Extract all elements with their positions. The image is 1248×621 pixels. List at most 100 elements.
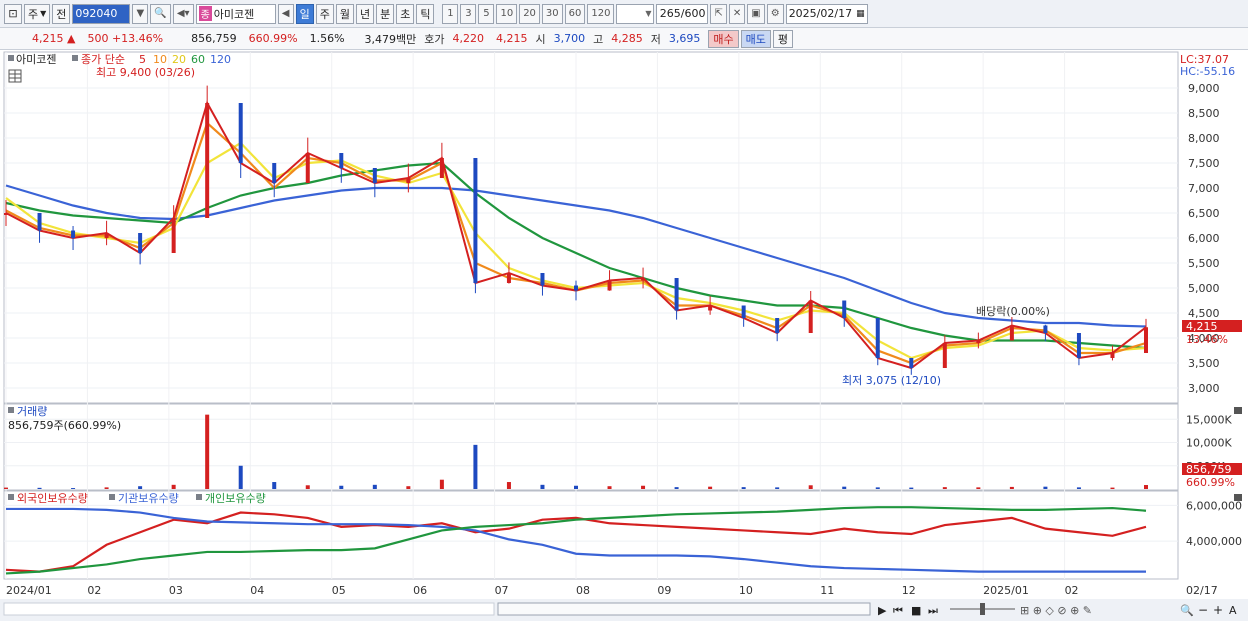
period-week[interactable]: 주	[315, 3, 334, 24]
volume-bar	[272, 482, 277, 489]
interval-1[interactable]: 1	[442, 3, 459, 24]
stock-name-field[interactable]: 종 아미코젠	[195, 3, 276, 24]
volume-bar	[1076, 487, 1081, 489]
auto-scale-icon[interactable]: A	[1229, 604, 1237, 617]
candle-body	[37, 213, 42, 231]
legend-handle-icon[interactable]	[72, 55, 78, 61]
interval-30[interactable]: 30	[541, 3, 563, 24]
holding-legend-institution: 기관보유수량	[118, 492, 179, 505]
code-dropdown-button[interactable]: ▼	[132, 3, 149, 24]
volume-bar	[909, 487, 914, 489]
interval-20[interactable]: 20	[519, 3, 540, 24]
ask-price: 4,220	[452, 32, 485, 45]
dividend-label: 배당락(0.00%)	[976, 305, 1050, 318]
volume-bar	[4, 487, 8, 489]
volume-bar	[607, 486, 612, 489]
buy-button[interactable]: 매수	[708, 29, 739, 48]
interval-5[interactable]: 5	[478, 3, 495, 24]
speaker-icon[interactable]: ◀▾	[172, 3, 194, 24]
hoga-label: 호가	[424, 32, 445, 46]
zoom-out-icon[interactable]: 🔍	[1180, 603, 1194, 617]
gear-icon[interactable]: ⚙	[766, 3, 784, 24]
type-select[interactable]: 주 ▼	[24, 3, 51, 24]
candle-body	[305, 153, 310, 183]
zoom-slider-handle[interactable]	[980, 603, 985, 615]
period-day[interactable]: 일	[295, 3, 314, 24]
price-tick-label: 8,000	[1188, 132, 1220, 145]
low-price: 3,695	[668, 32, 701, 45]
period-minute[interactable]: 분	[376, 3, 395, 24]
ma-legend-10: 10	[153, 53, 167, 66]
layout-icon[interactable]: ⊡	[4, 3, 22, 24]
month-tick-label: 04	[250, 584, 264, 597]
price-panel-frame	[3, 51, 1179, 404]
stock-chart[interactable]: 9,000 8,500 8,000 7,500 7,000 6,500 6,000 5,500…	[0, 50, 1248, 621]
minus-icon[interactable]: −	[1198, 603, 1208, 617]
stop-icon[interactable]: ■	[911, 604, 921, 617]
period-second[interactable]: 초	[396, 3, 415, 24]
last-pct-tag-text: 13.46%	[1186, 333, 1228, 346]
candle-body	[607, 280, 612, 291]
stock-code-input[interactable]: 092040	[72, 3, 131, 24]
holding-handle-icon[interactable]	[196, 494, 202, 500]
volume-close-icon[interactable]	[1234, 407, 1242, 414]
interval-custom-select[interactable]: ▼	[616, 3, 655, 24]
volume-bar	[741, 487, 746, 489]
low-label: 저	[650, 32, 661, 46]
price-tick-label: 5,000	[1188, 282, 1220, 295]
holding-handle-icon[interactable]	[8, 494, 14, 500]
interval-3[interactable]: 3	[460, 3, 477, 24]
count-input[interactable]: 265/600	[656, 3, 709, 24]
name-scroll-button[interactable]: ◀	[277, 3, 294, 24]
interval-120[interactable]: 120	[587, 3, 615, 24]
search-icon[interactable]: 🔍	[150, 3, 171, 24]
period-month[interactable]: 월	[335, 3, 354, 24]
candle-body	[372, 168, 377, 183]
skip-back-icon[interactable]: ⏮	[893, 604, 903, 617]
zoom-icon[interactable]: ⇱	[710, 3, 727, 24]
volume-bar	[439, 479, 444, 489]
volume-bar	[976, 487, 981, 489]
volume-last-tag-text: 856,759	[1186, 463, 1232, 476]
current-price: 4,215 ▲	[32, 32, 76, 45]
skip-forward-icon[interactable]: ⏭	[928, 604, 938, 617]
month-tick-label: 03	[169, 584, 183, 597]
panel-handle-icon[interactable]	[8, 55, 14, 61]
tools-icons[interactable]: ⊞ ⊕ ◇ ⊘ ⊕ ✎	[1020, 604, 1092, 617]
sell-button[interactable]: 매도	[740, 29, 771, 48]
crosshair-icon[interactable]: ✕	[728, 3, 746, 24]
interval-10[interactable]: 10	[496, 3, 518, 24]
period-year[interactable]: 년	[355, 3, 375, 24]
interval-60[interactable]: 60	[564, 3, 586, 24]
scroll-right-icon[interactable]: ▶	[878, 604, 887, 617]
candle-body	[942, 343, 947, 368]
volume-bar	[506, 482, 511, 489]
date-value: 2025/02/17	[788, 7, 853, 20]
count-total: /600	[680, 7, 706, 20]
volume-panel-frame	[3, 403, 1179, 491]
count-value: 265	[659, 7, 681, 20]
period-tick[interactable]: 틱	[416, 3, 435, 24]
chart-scrollbar[interactable]	[497, 602, 871, 616]
holding-close-icon[interactable]	[1234, 494, 1242, 501]
candle-body	[574, 285, 578, 291]
volume-handle-icon[interactable]	[8, 407, 14, 413]
candle-body	[238, 103, 243, 163]
chart-area[interactable]: 9,000 8,500 8,000 7,500 7,000 6,500 6,000 5,500…	[0, 50, 1248, 621]
high-label: 고	[593, 32, 604, 46]
open-label: 시	[535, 32, 546, 46]
plus-icon[interactable]: +	[1213, 603, 1223, 617]
candle-body	[708, 305, 713, 311]
holding-handle-icon[interactable]	[109, 494, 115, 500]
chart-toolbar: ⊡ 주 ▼ 전 092040 ▼ 🔍 ◀▾ 종 아미코젠 ◀ 일 주 월 년 분 초…	[0, 0, 1248, 28]
eval-button[interactable]: 평	[772, 29, 794, 48]
scroll-track[interactable]	[3, 602, 495, 616]
month-tick-label: 05	[332, 584, 346, 597]
volume-title: 거래량	[17, 405, 47, 418]
calendar-icon[interactable]: ▦	[856, 9, 865, 19]
month-tick-label: 2025/01	[983, 584, 1029, 597]
jeon-button[interactable]: 전	[52, 3, 71, 24]
candle-body	[1076, 333, 1081, 358]
save-icon[interactable]: ▣	[747, 3, 765, 24]
date-input[interactable]: 2025/02/17 ▦	[785, 3, 868, 24]
